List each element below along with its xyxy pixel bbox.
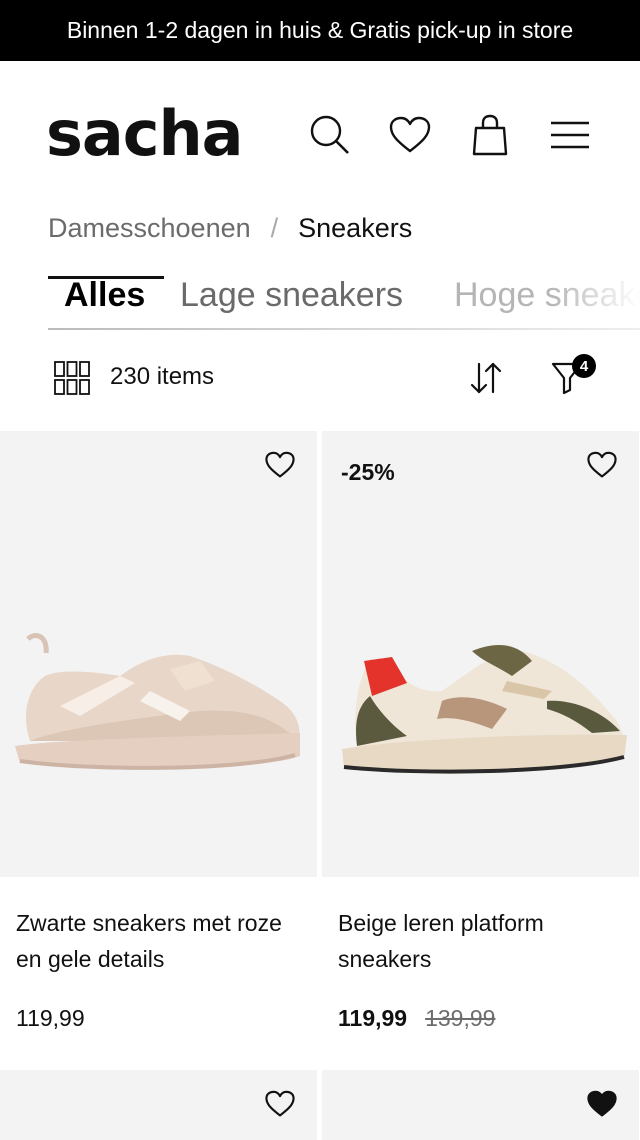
logo[interactable]: sacha [46,103,243,165]
product-prices: 119,99 [0,995,317,1032]
search-icon[interactable] [308,113,352,157]
product-image[interactable]: -25% [322,431,639,877]
product-card[interactable]: Zwarte sneakers met roze en gele details… [0,431,317,1032]
menu-icon[interactable] [548,113,592,157]
grid-view-icon[interactable] [54,360,90,396]
product-sale-price: 119,99 [338,1005,408,1031]
product-title[interactable]: Beige leren platform sneakers [322,877,639,995]
site-header: sacha [0,61,640,211]
beige-sneaker-image [0,621,317,796]
wishlist-heart-filled-icon[interactable] [587,1090,619,1122]
tab-lage-sneakers[interactable]: Lage sneakers [180,276,403,315]
product-card[interactable] [0,1070,317,1140]
breadcrumb-separator: / [270,212,279,243]
wishlist-heart-icon[interactable] [587,451,619,483]
sort-icon[interactable] [468,360,504,396]
bag-icon[interactable] [468,113,512,157]
breadcrumb-parent[interactable]: Damesschoenen [48,213,251,244]
active-tab-indicator [48,276,164,279]
product-old-price: 139,99 [425,1005,496,1031]
wishlist-heart-icon[interactable] [265,451,297,483]
platform-sneaker-image [322,621,639,796]
promo-bar: Binnen 1-2 dagen in huis & Gratis pick-u… [0,0,640,61]
product-title[interactable]: Zwarte sneakers met roze en gele details [0,877,317,995]
breadcrumb-current: Sneakers [298,212,413,243]
product-card[interactable]: -25% Beige leren platform sneakers 119,9… [322,431,639,1032]
product-prices: 119,99 139,99 [322,995,639,1032]
product-price: 119,99 [16,1005,85,1031]
breadcrumb: Damesschoenen / Sneakers [48,211,412,245]
tab-alles[interactable]: Alles [64,276,145,315]
tabs-fade [550,268,640,328]
heart-icon[interactable] [388,113,432,157]
tabs-divider [48,328,640,330]
item-count: 230 items [110,363,215,390]
product-image[interactable] [0,431,317,877]
listing-toolbar: 230 items 4 [0,340,640,416]
filter-count-badge: 4 [572,354,596,378]
discount-badge: -25% [341,459,395,485]
wishlist-heart-icon[interactable] [265,1090,297,1122]
product-card[interactable] [322,1070,639,1140]
promo-text: Binnen 1-2 dagen in huis & Gratis pick-u… [66,17,574,43]
category-tabs: Alles Lage sneakers Hoge sneakers [48,268,640,330]
